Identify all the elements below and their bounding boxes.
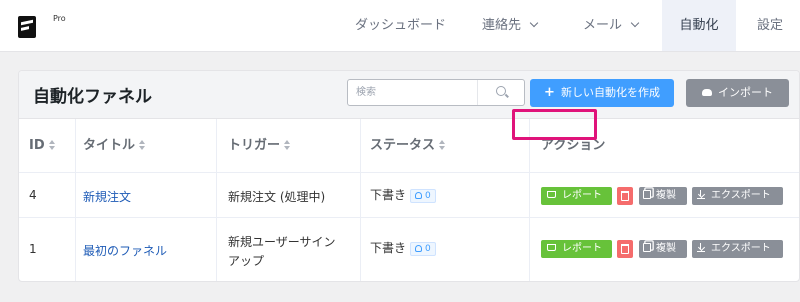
nav-dashboard[interactable]: ダッシュボード [355,0,446,51]
download-icon [697,243,705,252]
nav-contacts[interactable]: 連絡先 [482,0,539,51]
trash-icon [621,191,629,201]
status-text: 下書き [370,188,407,202]
create-automation-button[interactable]: + 新しい自動化を作成 [530,79,674,107]
row-id: 4 [29,188,37,202]
funnel-title-link[interactable]: 最初のファネル [83,242,167,259]
delete-button[interactable] [617,240,633,258]
row-divider [19,217,799,218]
nav-settings[interactable]: 設定 [757,0,783,51]
column-divider [529,119,530,281]
pro-badge: Pro [53,14,66,23]
column-divider [216,119,217,281]
status-text: 下書き [370,241,407,255]
status-cell: 下書き 0 [370,186,436,203]
trigger-text: 新規ユーザーサイン [228,235,336,249]
page-title: 自動化ファネル [33,87,152,107]
funnel-title-link[interactable]: 新規注文 [83,188,131,205]
download-icon [697,190,705,199]
highlight-box [512,109,597,140]
trigger-text-continued: アップ [228,254,265,268]
status-cell: 下書き 0 [370,239,436,256]
top-navigation: Pro ダッシュボード 連絡先 メール 自動化 設定 [0,0,800,52]
search-icon[interactable] [496,86,506,96]
cloud-upload-icon [702,89,712,96]
row-divider [19,172,799,173]
user-icon [415,191,423,199]
search-input[interactable] [348,80,488,105]
column-header-status[interactable]: ステータス [370,119,446,172]
report-button[interactable]: レポート [541,240,612,258]
copy-icon [643,243,651,252]
report-button[interactable]: レポート [541,187,612,205]
subscriber-count-badge: 0 [410,241,436,256]
subscriber-count-badge: 0 [410,188,436,203]
column-header-trigger[interactable]: トリガー [228,119,291,172]
column-divider [360,119,361,281]
chevron-down-icon [630,18,640,28]
sort-icon[interactable] [284,139,291,150]
user-icon [415,244,423,252]
export-button[interactable]: エクスポート [692,240,783,258]
copy-icon [643,190,651,199]
trash-icon [621,244,629,254]
sort-icon[interactable] [439,139,446,150]
search-box [347,79,525,106]
delete-button[interactable] [617,187,633,205]
export-button[interactable]: エクスポート [692,187,783,205]
cart-icon [547,191,556,198]
nav-automation[interactable]: 自動化 [662,0,736,51]
column-header-id[interactable]: ID [29,119,55,172]
import-button[interactable]: インポート [686,79,789,107]
chevron-down-icon [529,18,539,28]
card-header: 自動化ファネル +新しい自動化を作成 インポート [19,71,799,119]
sort-icon[interactable] [48,139,55,150]
plus-icon: + [544,85,555,100]
column-divider [75,119,76,281]
nav-email[interactable]: メール [583,0,640,51]
search-divider [477,80,478,105]
cart-icon [547,244,556,251]
fluentcrm-logo-icon[interactable] [18,16,36,38]
automation-funnels-card: 自動化ファネル +新しい自動化を作成 インポート ID タイトル トリガー ステ… [18,70,800,282]
trigger-text: 新規注文 (処理中) [228,190,326,204]
duplicate-button[interactable]: 複製 [639,187,687,205]
sort-icon[interactable] [139,139,146,150]
column-header-title[interactable]: タイトル [83,119,146,172]
row-id: 1 [29,242,37,256]
duplicate-button[interactable]: 複製 [639,240,687,258]
